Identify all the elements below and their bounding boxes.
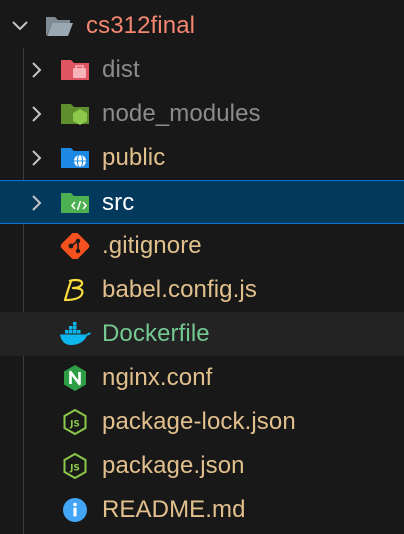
babel-icon [63, 278, 84, 302]
tree-item-node-modules[interactable]: node_modules [0, 92, 404, 136]
folder-dist-icon [61, 60, 89, 80]
tree-item-nginx-conf[interactable]: nginx.conf [0, 356, 404, 400]
tree-item-cs312final[interactable]: cs312final [0, 4, 404, 48]
tree-item-label: package-lock.json [102, 408, 296, 435]
chevron-right-icon[interactable] [27, 193, 47, 213]
tree-item-readme[interactable]: README.md [0, 488, 404, 532]
tree-item-dockerfile[interactable]: Dockerfile [0, 312, 404, 356]
tree-item-label: public [102, 144, 166, 171]
nodejs-icon: JS [63, 409, 87, 435]
tree-item-label: node_modules [102, 100, 261, 127]
tree-item-label: nginx.conf [102, 364, 213, 391]
tree-item-dist[interactable]: dist [0, 48, 404, 92]
folder-node-icon [61, 104, 89, 125]
docker-icon [60, 322, 91, 345]
nginx-icon [64, 365, 86, 391]
tree-item-babel-config[interactable]: babel.config.js [0, 268, 404, 312]
tree-item-label: .gitignore [102, 232, 202, 259]
nodejs-icon: JS [63, 453, 87, 479]
tree-item-label: cs312final [86, 12, 196, 39]
svg-text:JS: JS [69, 464, 80, 474]
chevron-right-icon[interactable] [27, 104, 47, 124]
git-icon [60, 233, 90, 259]
chevron-down-icon[interactable] [10, 16, 30, 36]
tree-item-public[interactable]: public [0, 136, 404, 180]
folder-public-icon [61, 148, 89, 168]
tree-item-src[interactable]: src [0, 180, 404, 224]
chevron-right-icon[interactable] [27, 148, 47, 168]
tree-item-label: babel.config.js [102, 276, 257, 303]
tree-item-label: package.json [102, 452, 245, 479]
tree-item-label: dist [102, 56, 140, 83]
tree-item-gitignore[interactable]: .gitignore [0, 224, 404, 268]
tree-item-package-lock-json[interactable]: JS package-lock.json [0, 400, 404, 444]
tree-item-label: README.md [102, 496, 246, 523]
tree-item-package-json[interactable]: JS package.json [0, 444, 404, 488]
file-explorer-tree: cs312final dist node_modules public src … [0, 0, 404, 534]
info-icon [63, 498, 87, 522]
folder-open-icon [46, 17, 73, 36]
svg-text:JS: JS [69, 420, 80, 430]
tree-item-label: src [102, 189, 135, 216]
folder-src-icon [61, 193, 89, 213]
chevron-right-icon[interactable] [27, 60, 47, 80]
tree-item-label: Dockerfile [102, 320, 210, 347]
